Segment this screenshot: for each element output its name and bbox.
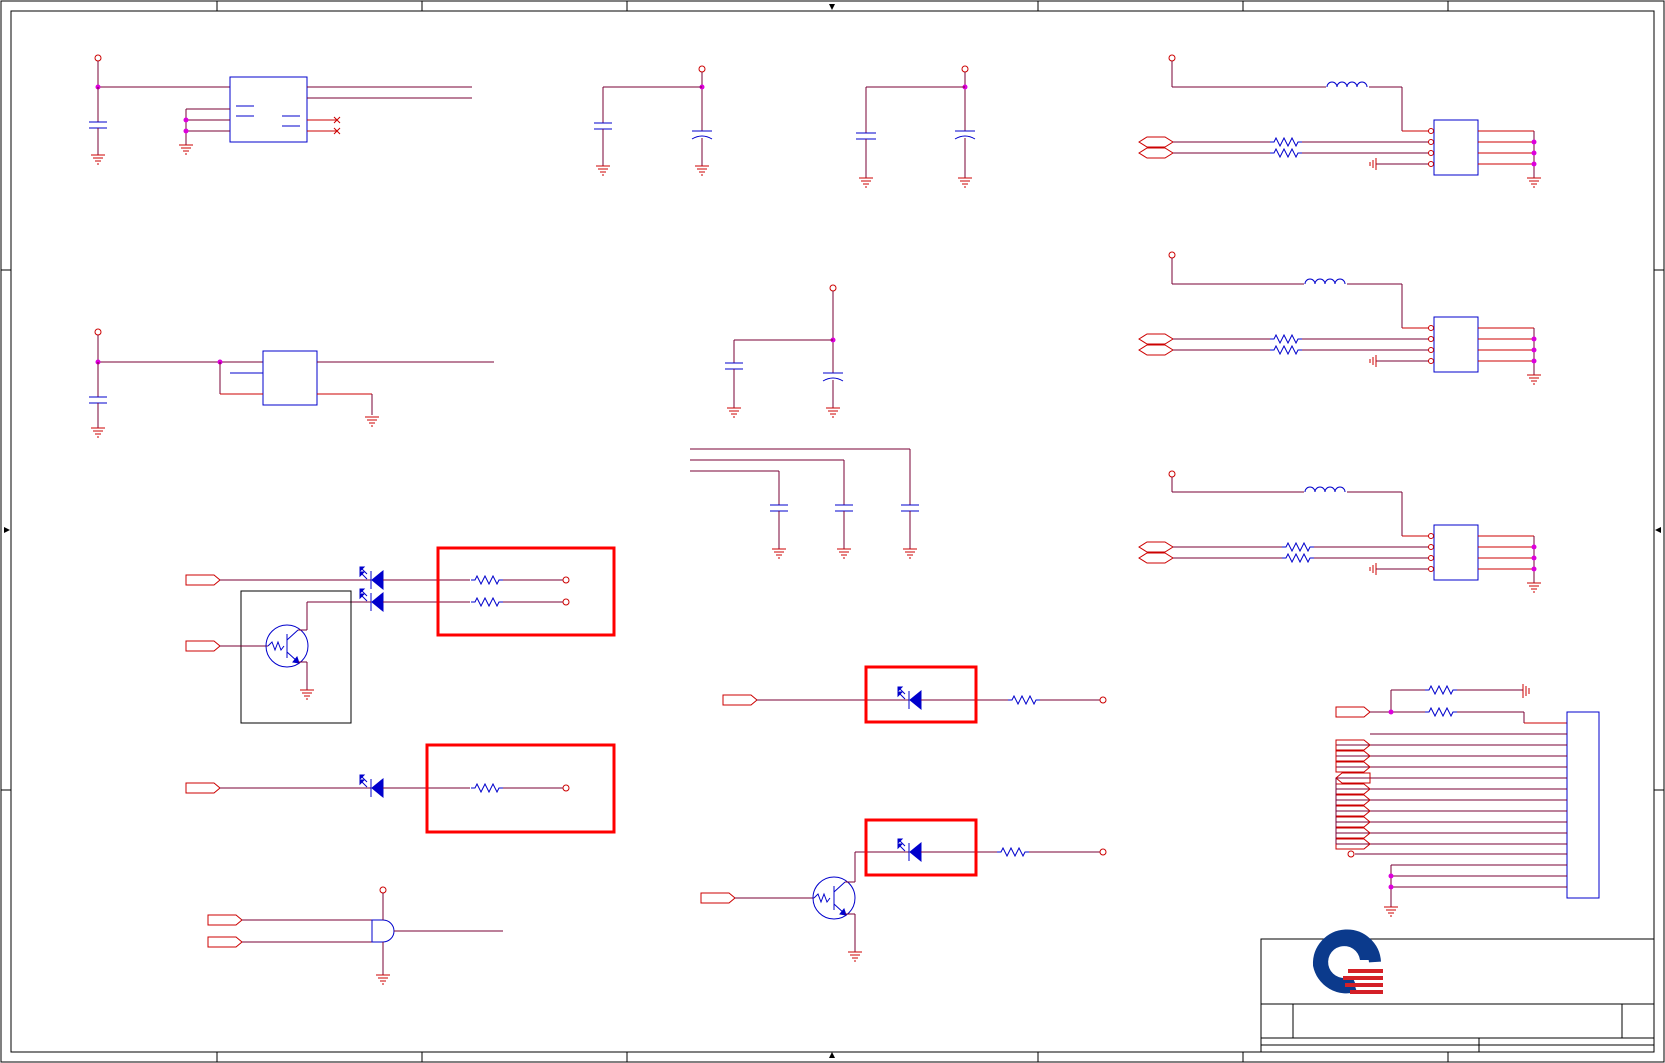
- company-logo: [1312, 929, 1383, 994]
- bypass-caps-bank: [690, 448, 920, 559]
- dual-led-circuit: [185, 546, 616, 724]
- title-block: [1260, 929, 1655, 1053]
- regulator-block-2: [88, 328, 494, 438]
- connector-block-1: [1138, 54, 1542, 188]
- decoupling-caps-2: [856, 65, 976, 188]
- drawing-frame: [0, 0, 1665, 1063]
- and-gate-circuit: [207, 886, 503, 985]
- schematic-sheet: [0, 0, 1665, 1063]
- transistor-led-circuit: [700, 818, 1107, 962]
- decoupling-caps-1: [593, 65, 713, 176]
- highlight-box-1: [436, 546, 616, 637]
- header-connector: [1335, 684, 1600, 917]
- single-led-circuit-2: [722, 665, 1107, 724]
- regulator-block-1: [88, 54, 472, 165]
- connector-block-2: [1138, 251, 1542, 385]
- connector-block-3: [1138, 470, 1542, 593]
- decoupling-caps-3: [724, 284, 844, 418]
- single-led-circuit-1: [185, 743, 616, 834]
